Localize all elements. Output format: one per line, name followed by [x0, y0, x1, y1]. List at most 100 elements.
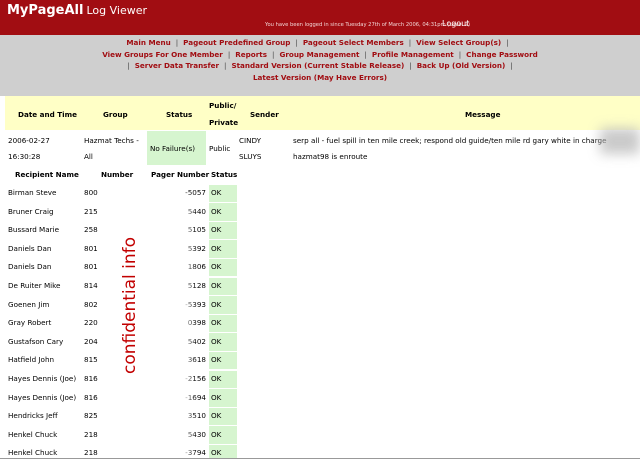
nav-latest-version[interactable]: Latest Version (May Have Errors) [253, 73, 387, 82]
nav-view-groups-for-member[interactable]: View Groups For One Member [102, 50, 223, 59]
recipient-number: 204 [84, 336, 98, 346]
message-table-header: Date and Time Group Status Public/ Priva… [5, 96, 640, 130]
nav-line-2: View Groups For One Member | Reports | Group… [102, 49, 538, 59]
recipient-status: OK [211, 299, 222, 309]
message-sender-line2: SLUYS [239, 152, 262, 161]
recipient-status: OK [211, 448, 222, 458]
nav-pageout-select-members[interactable]: Pageout Select Members [303, 38, 404, 47]
col-recipient-name: Recipient Name [15, 170, 79, 179]
recipient-row: Daniels Dan 801 5392 OK [0, 240, 640, 259]
recipient-number: 825 [84, 411, 98, 421]
recipient-status-cell: OK [209, 203, 237, 221]
message-text-line2: hazmat98 is enroute [293, 152, 368, 161]
recipient-number: 220 [84, 318, 98, 328]
recipient-status: OK [211, 318, 222, 328]
recipient-status-cell: OK [209, 407, 237, 426]
page-subtitle: Log Viewer [86, 4, 148, 17]
recipient-status-cell: OK [209, 426, 237, 444]
nav-profile-management[interactable]: Profile Management [372, 50, 454, 59]
recipient-name: Daniels Dan [8, 243, 52, 253]
recipient-status: OK [211, 188, 222, 197]
recipient-row: Gray Robert 220 0398 OK [0, 314, 640, 333]
message-group-line2: All [84, 152, 93, 161]
recipient-row: Hayes Dennis (Joe) 816 -2156 OK [0, 370, 640, 389]
recipient-name: Bussard Marie [8, 225, 60, 235]
message-time: 16:30:28 [8, 152, 41, 161]
nav-group-management[interactable]: Group Management [279, 50, 359, 59]
nav-back-up-version[interactable]: Back Up (Old Version) [417, 61, 506, 70]
login-status-text: You have been logged in since Tuesday 27… [265, 22, 470, 28]
recipient-name: Henkel Chuck [8, 448, 58, 458]
recipient-name: Hayes Dennis (Joe) [8, 392, 77, 402]
recipient-number: 801 [84, 243, 98, 253]
recipient-row: De Ruiter Mike 814 5128 OK [0, 277, 640, 296]
recipient-name: Hatfield John [8, 355, 55, 365]
recipient-number: 215 [84, 206, 98, 216]
recipient-status: OK [211, 374, 222, 383]
recipient-number: 816 [84, 374, 98, 383]
nav-change-password[interactable]: Change Password [466, 50, 538, 59]
recipient-name: Gustafson Cary [8, 336, 64, 346]
recipient-row: Hayes Dennis (Joe) 816 -1694 OK [0, 389, 640, 408]
recipient-number: 802 [84, 299, 98, 309]
recipient-status: OK [211, 262, 222, 272]
recipient-row: Bruner Craig 215 5440 OK [0, 203, 640, 222]
recipient-status: OK [211, 429, 222, 439]
col-recipient-status: Status [211, 170, 238, 179]
nav-line-1: Main Menu | Pageout Predefined Group | Pageo… [126, 38, 509, 47]
nav-divider-band [0, 85, 640, 96]
recipient-status-cell: OK [209, 221, 237, 240]
message-date: 2006-02-27 [8, 136, 50, 145]
recipient-number: 218 [84, 448, 98, 458]
nav-reports[interactable]: Reports [235, 50, 267, 59]
message-text-line1: serp all - fuel spill in ten mile creek;… [293, 136, 607, 145]
recipient-name: Goenen Jim [8, 299, 50, 309]
nav-view-select-groups[interactable]: View Select Group(s) [416, 38, 501, 47]
recipient-status: OK [211, 243, 222, 253]
recipient-status: OK [211, 206, 222, 216]
nav-line-4: Latest Version (May Have Errors) [0, 73, 640, 82]
recipient-status-cell: OK [209, 240, 237, 258]
recipient-status-cell: OK [209, 333, 237, 351]
recipient-number: 800 [84, 188, 98, 197]
logout-link[interactable]: Logout [442, 19, 469, 28]
nav-pageout-predefined-group[interactable]: Pageout Predefined Group [183, 38, 290, 47]
recipient-name: De Ruiter Mike [8, 281, 61, 290]
col-pager-number: Pager Number [151, 170, 210, 179]
recipient-status: OK [211, 392, 222, 402]
recipient-number: 218 [84, 429, 98, 439]
recipient-name: Hendricks Jeff [8, 411, 58, 421]
col-public-private-line1: Public/ [209, 101, 237, 110]
recipient-name: Birman Steve [8, 188, 57, 197]
recipient-number: 801 [84, 262, 98, 272]
recipient-name: Daniels Dan [8, 262, 52, 272]
nav-server-data-transfer[interactable]: Server Data Transfer [135, 61, 219, 70]
recipient-name: Gray Robert [8, 318, 52, 328]
main-navigation: Main Menu | Pageout Predefined Group | Pageo… [0, 35, 640, 85]
col-public-private-line2: Private [209, 118, 239, 127]
recipient-status-cell: OK [209, 296, 237, 314]
redaction-blur [145, 195, 189, 459]
recipient-status-cell: OK [209, 277, 237, 296]
recipient-row: Goenen Jim 802 -5393 OK [0, 296, 640, 315]
recipient-row: Birman Steve 800 -5057 OK [0, 184, 640, 203]
recipient-status-cell: OK [209, 314, 237, 333]
col-date-time: Date and Time [18, 110, 77, 119]
recipient-status: OK [211, 225, 222, 235]
recipient-status-cell: OK [209, 258, 237, 277]
col-status: Status [166, 110, 193, 119]
recipient-status-cell: OK [209, 370, 237, 389]
redaction-blur-message [600, 128, 640, 154]
recipient-number: 814 [84, 281, 98, 290]
recipient-status-cell: OK [209, 389, 237, 407]
recipient-status: OK [211, 281, 222, 290]
recipient-row: Henkel Chuck 218 5430 OK [0, 426, 640, 445]
nav-line-3: | Server Data Transfer | Standard Version (… [127, 61, 513, 70]
recipient-name: Henkel Chuck [8, 429, 58, 439]
nav-standard-version[interactable]: Standard Version (Current Stable Release… [231, 61, 404, 70]
recipient-row: Henkel Chuck 218 -3794 OK [0, 444, 640, 459]
nav-main-menu[interactable]: Main Menu [126, 38, 170, 47]
col-message: Message [465, 110, 501, 119]
recipient-row: Daniels Dan 801 1806 OK [0, 258, 640, 277]
message-status: No Failure(s) [150, 144, 196, 153]
